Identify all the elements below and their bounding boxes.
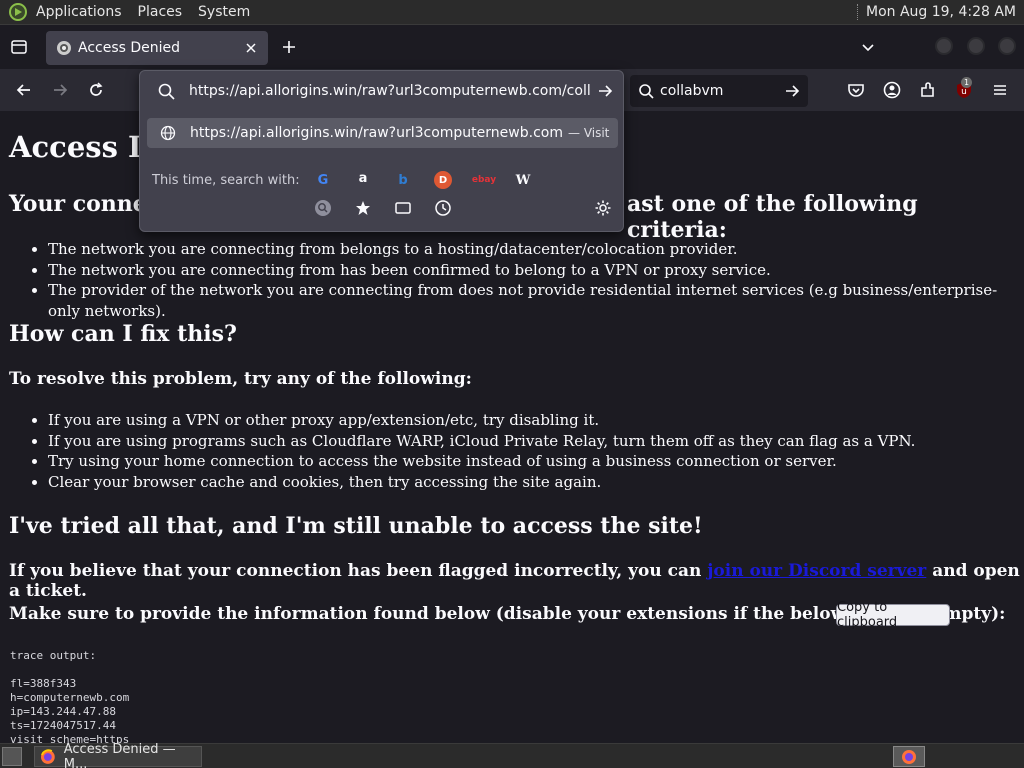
trace-label: trace output: bbox=[10, 649, 97, 662]
list-item: The network you are connecting from belo… bbox=[48, 239, 1024, 260]
bookmarks-icon[interactable] bbox=[354, 199, 372, 217]
duckduckgo-engine-icon[interactable]: D bbox=[434, 171, 452, 189]
go-arrow-icon[interactable] bbox=[784, 83, 800, 99]
distro-logo-icon[interactable] bbox=[8, 2, 28, 22]
chevron-down-icon[interactable] bbox=[860, 39, 876, 55]
copy-to-clipboard-button[interactable]: Copy to clipboard bbox=[836, 600, 950, 630]
workspace-switcher[interactable] bbox=[893, 746, 925, 767]
account-icon[interactable] bbox=[882, 80, 902, 100]
url-input[interactable]: https://api.allorigins.win/raw?url3compu… bbox=[189, 83, 591, 99]
extension-badge: 1 bbox=[961, 77, 973, 88]
suggestion-url: https://api.allorigins.win/raw?url3compu… bbox=[190, 125, 562, 141]
search-input[interactable]: collabvm bbox=[660, 83, 784, 99]
places-menu[interactable]: Places bbox=[130, 0, 191, 25]
amazon-engine-icon[interactable]: a bbox=[354, 169, 372, 187]
new-tab-icon[interactable] bbox=[280, 38, 298, 56]
still-unable-heading: I've tried all that, and I'm still unabl… bbox=[9, 513, 703, 539]
search-with-label: This time, search with: bbox=[152, 173, 300, 188]
criteria-heading-end: ast one of the following criteria: bbox=[627, 191, 918, 243]
search-icon bbox=[639, 84, 654, 99]
trace-line: ts=1724047517.44 bbox=[10, 719, 116, 732]
back-icon[interactable] bbox=[14, 80, 34, 100]
close-tab-icon[interactable] bbox=[244, 41, 258, 55]
list-item: The provider of the network you are conn… bbox=[48, 280, 1024, 321]
ebay-engine-icon[interactable]: ebay bbox=[470, 171, 498, 189]
panel-separator bbox=[856, 4, 860, 20]
menu-icon[interactable] bbox=[990, 80, 1010, 100]
trace-output[interactable]: trace output: fl=388f343 h=computernewb.c… bbox=[10, 649, 129, 743]
tab-strip: Access Denied bbox=[0, 25, 1024, 69]
tabs-icon[interactable] bbox=[394, 199, 412, 217]
search-icon bbox=[158, 83, 175, 100]
list-item: Clear your browser cache and cookies, th… bbox=[48, 472, 915, 493]
extensions-icon[interactable] bbox=[918, 80, 938, 100]
tab-access-denied[interactable]: Access Denied bbox=[46, 31, 268, 65]
criteria-list: The network you are connecting from belo… bbox=[48, 239, 1024, 322]
bing-engine-icon[interactable]: b bbox=[394, 171, 412, 189]
google-engine-icon[interactable]: G bbox=[314, 171, 332, 189]
url-suggestion-row[interactable]: https://api.allorigins.win/raw?url3compu… bbox=[147, 118, 618, 148]
firefox-icon bbox=[40, 748, 55, 764]
suggestion-action: — Visit bbox=[568, 126, 610, 140]
list-all-tabs-icon[interactable] bbox=[10, 38, 28, 56]
forward-icon[interactable] bbox=[50, 80, 70, 100]
show-desktop-button[interactable] bbox=[2, 747, 22, 766]
firefox-icon bbox=[902, 750, 916, 764]
taskbar-window-firefox[interactable]: Access Denied — M... bbox=[34, 742, 202, 768]
list-item: If you are using programs such as Cloudf… bbox=[48, 431, 915, 452]
close-window-button[interactable] bbox=[998, 37, 1016, 55]
trace-line: h=computernewb.com bbox=[10, 691, 130, 704]
trace-line: fl=388f343 bbox=[10, 677, 77, 690]
go-arrow-icon[interactable] bbox=[597, 83, 613, 99]
history-icon[interactable] bbox=[434, 199, 452, 217]
svg-text:u: u bbox=[961, 87, 967, 97]
wikipedia-engine-icon[interactable]: W bbox=[514, 171, 532, 189]
discord-link[interactable]: join our Discord server bbox=[707, 561, 926, 581]
minimize-button[interactable] bbox=[935, 37, 953, 55]
reload-icon[interactable] bbox=[86, 80, 106, 100]
fixes-list: If you are using a VPN or other proxy ap… bbox=[48, 410, 915, 493]
search-mode-icon[interactable] bbox=[314, 199, 332, 217]
bottom-taskbar: Access Denied — M... bbox=[0, 742, 1024, 768]
applications-menu[interactable]: Applications bbox=[28, 0, 130, 25]
fix-heading: How can I fix this? bbox=[9, 321, 237, 347]
list-item: If you are using a VPN or other proxy ap… bbox=[48, 410, 915, 431]
flagged-text: If you believe that your connection has … bbox=[9, 561, 1024, 601]
top-panel: Applications Places System Mon Aug 19, 4… bbox=[0, 0, 1024, 25]
pocket-icon[interactable] bbox=[846, 80, 866, 100]
settings-gear-icon[interactable] bbox=[594, 199, 612, 217]
taskbar-window-title: Access Denied — M... bbox=[63, 741, 176, 768]
trace-line: ip=143.244.47.88 bbox=[10, 705, 116, 718]
clock[interactable]: Mon Aug 19, 4:28 AM bbox=[866, 4, 1024, 20]
globe-icon bbox=[160, 125, 176, 141]
system-menu[interactable]: System bbox=[190, 0, 258, 25]
search-bar[interactable]: collabvm bbox=[630, 75, 808, 107]
tab-title: Access Denied bbox=[78, 40, 181, 56]
list-item: The network you are connecting from has … bbox=[48, 260, 1024, 281]
urlbar[interactable]: https://api.allorigins.win/raw?url3compu… bbox=[140, 71, 625, 111]
list-item: Try using your home connection to access… bbox=[48, 451, 915, 472]
page-favicon-icon bbox=[57, 41, 71, 55]
urlbar-dropdown: https://api.allorigins.win/raw?url3compu… bbox=[139, 70, 624, 232]
flagged-text-before: If you believe that your connection has … bbox=[9, 561, 708, 581]
resolve-heading: To resolve this problem, try any of the … bbox=[9, 369, 472, 389]
maximize-button[interactable] bbox=[967, 37, 985, 55]
